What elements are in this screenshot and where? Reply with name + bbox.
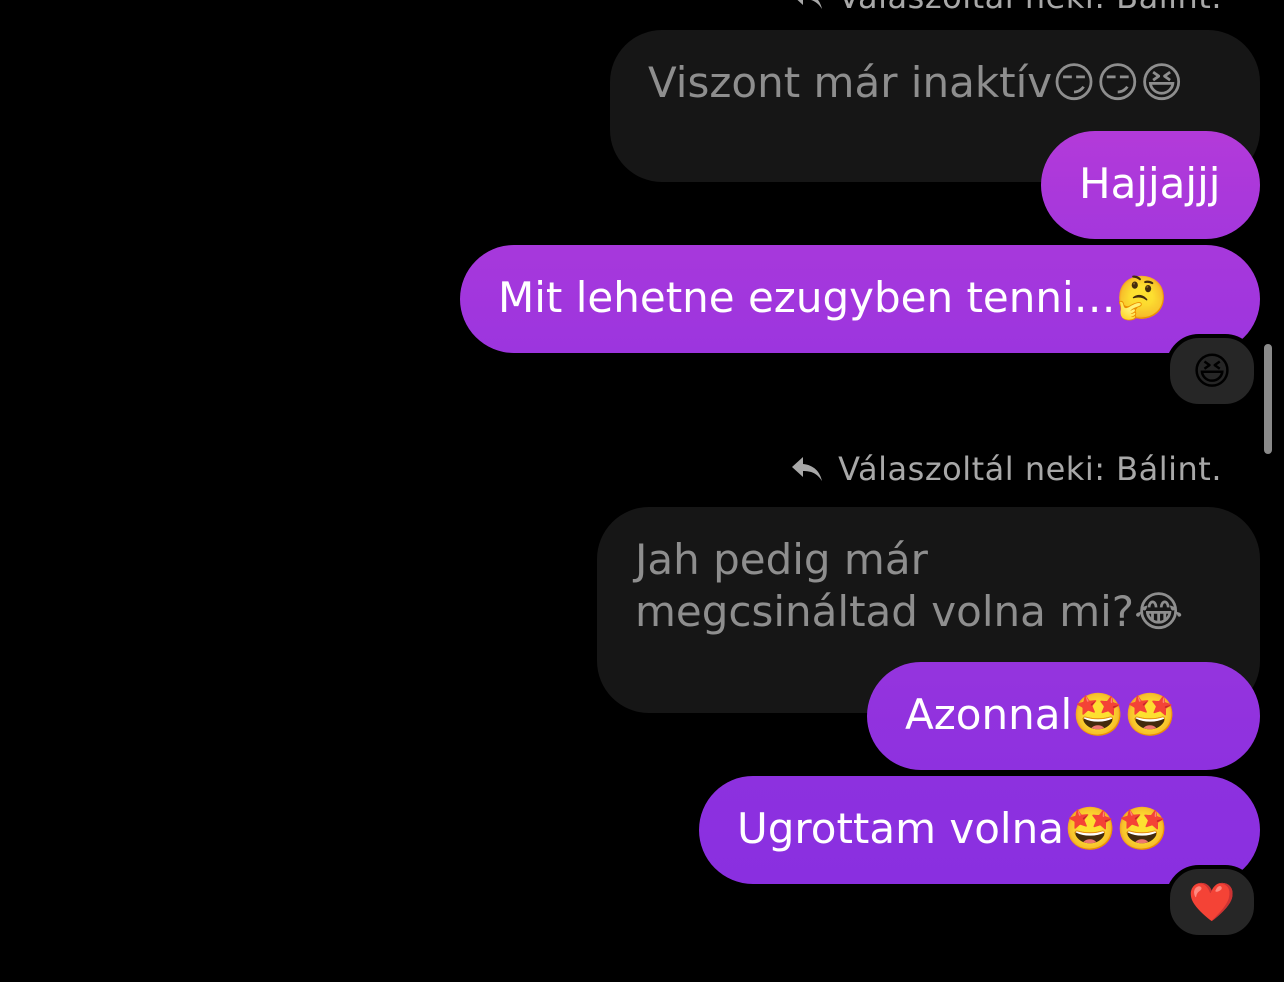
reaction-emoji: ❤️ (1188, 880, 1236, 924)
reply-hint-text: Válaszoltál neki: Bálint. (838, 0, 1222, 16)
quoted-message-text: Jah pedig már megcsináltad volna mi?😂 (635, 535, 1184, 636)
reply-hint: Válaszoltál neki: Bálint. (790, 0, 1222, 16)
scrollbar-thumb[interactable] (1264, 344, 1272, 454)
sent-message-text: Mit lehetne ezugyben tenni…🤔 (498, 273, 1168, 322)
sent-message-text: Ugrottam volna🤩🤩 (737, 804, 1169, 853)
reply-hint-text: Válaszoltál neki: Bálint. (838, 450, 1222, 488)
sent-message-text: Hajjajjj (1079, 159, 1221, 208)
quoted-message-text: Viszont már inaktív😏😏😆 (648, 58, 1184, 107)
sent-message[interactable]: Mit lehetne ezugyben tenni…🤔 (460, 245, 1260, 353)
reply-arrow-icon (792, 457, 823, 481)
message-reaction[interactable]: 😆 (1166, 334, 1258, 408)
chat-screen: Válaszoltál neki: Bálint. Viszont már in… (0, 0, 1284, 982)
sent-message[interactable]: Hajjajjj (1041, 131, 1260, 239)
sent-message[interactable]: Ugrottam volna🤩🤩 (699, 776, 1260, 884)
reply-hint: Válaszoltál neki: Bálint. (790, 450, 1222, 488)
message-reaction[interactable]: ❤️ (1166, 865, 1258, 939)
sent-message[interactable]: Azonnal🤩🤩 (867, 662, 1260, 770)
reaction-emoji: 😆 (1192, 349, 1232, 393)
sent-message-text: Azonnal🤩🤩 (905, 690, 1177, 739)
reply-arrow-icon (797, 0, 823, 9)
